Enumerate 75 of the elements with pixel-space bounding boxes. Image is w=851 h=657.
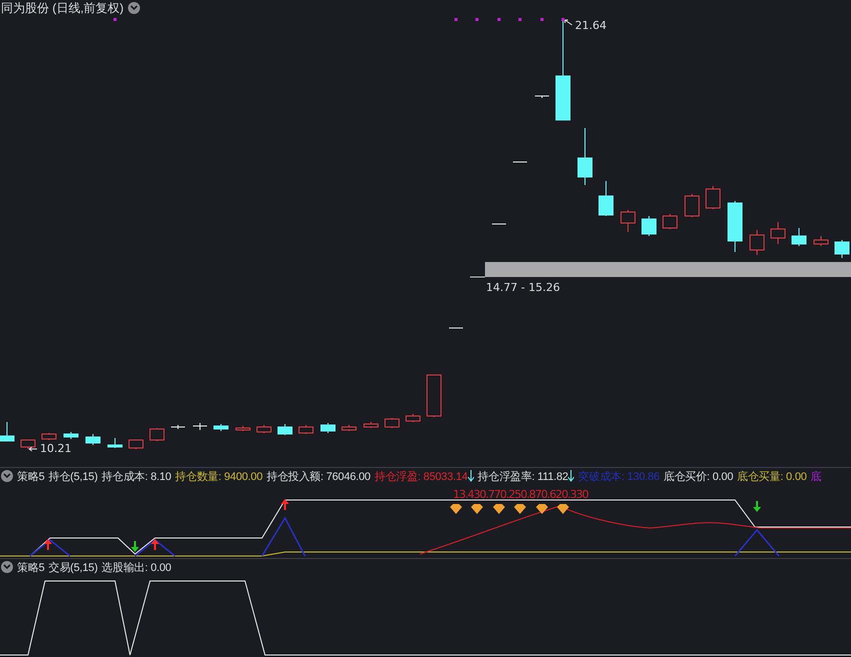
price-label: 21.64	[575, 19, 606, 32]
candlestick	[192, 422, 208, 430]
down-arrow-icon	[468, 470, 474, 482]
indicator-params: 交易(5,15)	[48, 560, 98, 574]
diamond-icon	[557, 504, 569, 514]
candlestick	[298, 424, 314, 434]
down-arrow-icon	[568, 470, 574, 482]
candlestick	[534, 96, 550, 98]
diamond-icon	[536, 504, 548, 514]
candlestick	[620, 210, 636, 232]
chevron-icon	[3, 473, 11, 479]
chevron-icon	[3, 564, 11, 570]
candlestick	[342, 424, 356, 432]
down-arrow-icon	[753, 501, 761, 512]
candlestick	[256, 424, 272, 434]
candlestick	[364, 422, 378, 428]
collapse-button[interactable]	[1, 561, 13, 573]
chart-title: 同为股份 (日线,前复权)	[1, 0, 124, 16]
pointer-arrow-icon	[28, 446, 38, 452]
candlestick	[20, 440, 36, 450]
candlestick	[642, 216, 656, 236]
indicator-value: 持仓浮盈: 85033.14	[374, 468, 474, 484]
candlestick	[426, 374, 442, 418]
pointer-arrow-icon	[564, 20, 572, 26]
up-arrow-icon	[151, 539, 159, 550]
indicator-name: 策略5	[17, 560, 45, 574]
candlestick	[128, 440, 144, 450]
candlestick	[108, 438, 122, 448]
candlestick	[684, 194, 700, 218]
indicator-value: 底仓买价: 0.00	[664, 470, 734, 484]
indicator-value: 选股输出: 0.00	[102, 560, 172, 574]
candlestick	[728, 200, 742, 252]
candlestick	[214, 424, 228, 432]
diamond-icon	[471, 504, 483, 514]
indicator-value: 持仓投入额: 76046.00	[266, 470, 370, 484]
price-label: 14.77 - 15.26	[486, 281, 560, 294]
candlestick	[278, 424, 292, 436]
candlestick	[384, 418, 400, 428]
candlestick	[86, 434, 100, 446]
indicator-params: 持仓(5,15)	[48, 470, 98, 484]
candlestick	[814, 236, 828, 246]
indicator-name: 策略5	[17, 470, 45, 484]
candlestick	[170, 424, 186, 430]
collapse-button[interactable]	[1, 470, 13, 482]
indicator-value: 持仓浮盈率: 111.82	[478, 468, 574, 484]
indicator-value: 底	[810, 470, 822, 484]
up-arrow-icon	[44, 539, 52, 550]
diamond-icon	[514, 504, 526, 514]
candlestick	[598, 180, 614, 216]
collapse-button[interactable]	[128, 2, 140, 14]
diamond-icon	[450, 504, 462, 514]
candlestick	[64, 432, 78, 440]
down-arrow-icon	[131, 541, 139, 552]
indicator-value: 底仓买量: 0.00	[737, 470, 807, 484]
price-label: 10.21	[40, 442, 72, 455]
candlestick	[320, 422, 336, 434]
candlestick	[406, 414, 420, 422]
candlestick	[706, 186, 720, 210]
candlestick	[236, 426, 250, 432]
indicator-value: 持仓数量: 9400.00	[175, 470, 262, 484]
candlestick	[42, 432, 56, 440]
candlestick	[750, 230, 764, 256]
candlestick	[150, 428, 164, 442]
indicator-value: 持仓成本: 8.10	[102, 470, 172, 484]
candlestick	[578, 128, 592, 186]
candlestick	[0, 422, 14, 442]
signal-values: 13.430.770.250.870.620.330	[453, 488, 588, 501]
diamond-icon	[493, 504, 505, 514]
up-arrow-icon	[281, 499, 289, 510]
candlestick	[834, 240, 850, 258]
candlestick	[792, 228, 806, 246]
chevron-icon	[130, 5, 138, 11]
indicator-value: 突破成本: 130.86	[578, 470, 660, 484]
candlestick	[662, 214, 678, 230]
candlestick	[770, 222, 786, 244]
